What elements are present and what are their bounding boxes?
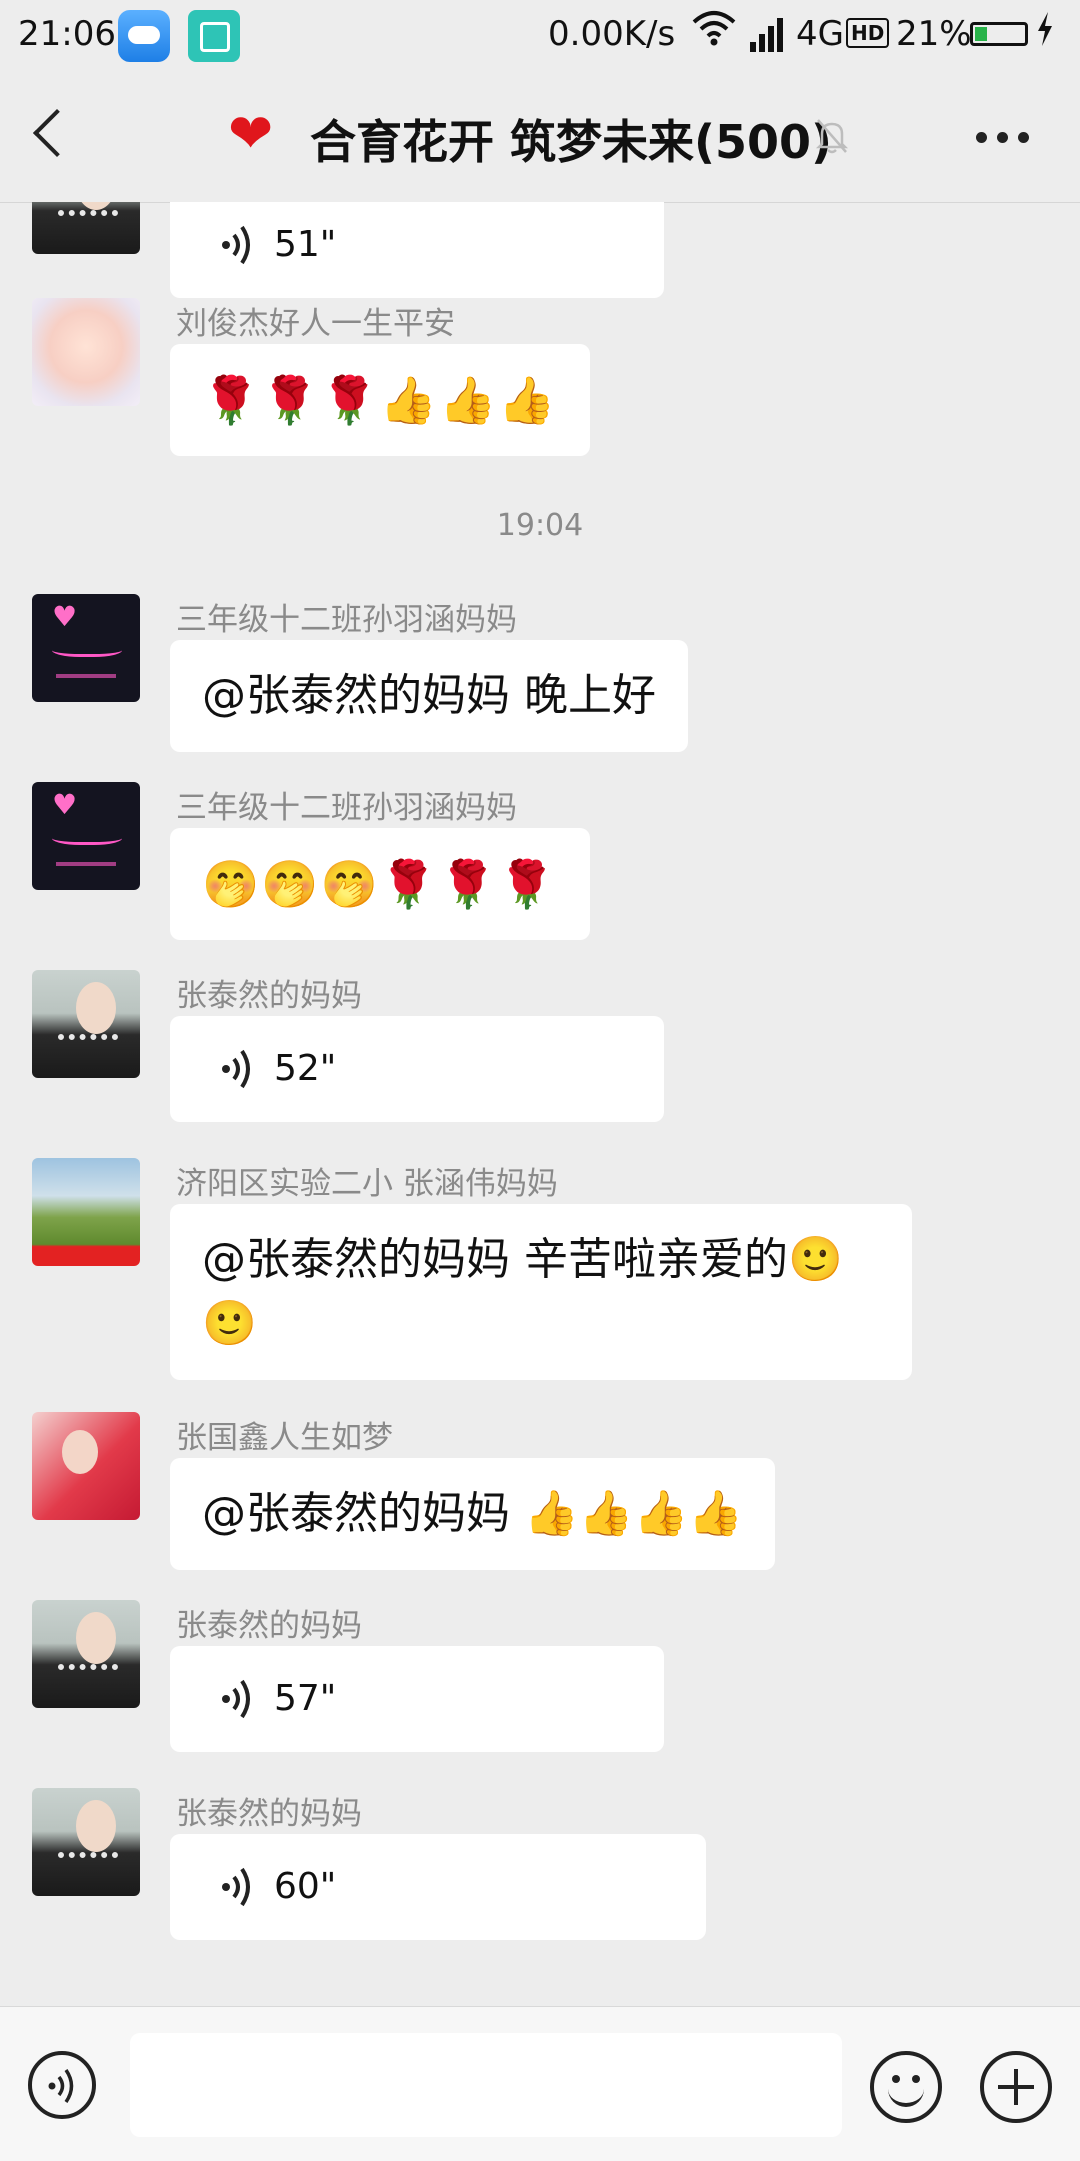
voice-duration: 51" <box>274 224 337 265</box>
input-bar <box>0 2006 1080 2161</box>
avatar[interactable] <box>32 1412 140 1520</box>
emoji-button[interactable] <box>870 2051 942 2123</box>
heart-icon: ❤ <box>228 102 274 165</box>
chat-header: ❤ 合育花开 筑梦未来(500) <box>0 72 1080 203</box>
text-message[interactable]: @张泰然的妈妈 晚上好 <box>170 640 688 752</box>
voice-message[interactable]: 51" <box>170 202 664 298</box>
wifi-icon <box>692 8 736 57</box>
network-type: 4G <box>796 14 844 54</box>
weather-app-icon <box>118 10 170 62</box>
voice-wave-icon <box>222 225 250 265</box>
text-message[interactable]: 🌹🌹🌹👍👍👍 <box>170 344 590 456</box>
text-message[interactable]: 🤭🤭🤭🌹🌹🌹 <box>170 828 590 940</box>
status-time: 21:06 <box>18 14 116 54</box>
avatar[interactable]: ♥ <box>32 782 140 890</box>
sender-name: 张泰然的妈妈 <box>176 1608 362 1644</box>
avatar[interactable] <box>32 202 140 254</box>
network-speed: 0.00K/s <box>548 14 676 54</box>
voice-wave-icon <box>222 1049 250 1089</box>
voice-duration: 57" <box>274 1678 337 1719</box>
voice-wave-icon <box>48 2069 74 2103</box>
text-message[interactable]: @张泰然的妈妈 辛苦啦亲爱的🙂 🙂 <box>170 1204 912 1380</box>
mute-bell-icon <box>815 119 849 154</box>
voice-input-button[interactable] <box>28 2051 96 2119</box>
voice-message[interactable]: 52" <box>170 1016 664 1122</box>
voice-wave-icon <box>222 1867 250 1907</box>
chat-title: 合育花开 筑梦未来(500) <box>310 115 833 169</box>
text-line: 🙂 <box>202 1298 257 1349</box>
battery-percent: 21% <box>896 14 972 54</box>
more-actions-button[interactable] <box>980 2051 1052 2123</box>
neon-heart-icon: ♥ <box>52 788 78 821</box>
avatar[interactable] <box>32 1600 140 1708</box>
avatar[interactable] <box>32 1788 140 1896</box>
charging-icon <box>1036 12 1054 54</box>
message-input[interactable] <box>130 2033 842 2137</box>
avatar[interactable] <box>32 298 140 406</box>
more-icon[interactable] <box>976 132 1030 144</box>
voice-duration: 60" <box>274 1866 337 1907</box>
voice-duration: 52" <box>274 1048 337 1089</box>
sender-name: 刘俊杰好人一生平安 <box>176 306 455 342</box>
status-bar: 21:06 0.00K/s 4G HD 21% <box>0 0 1080 72</box>
neon-heart-icon: ♥ <box>52 600 78 633</box>
sender-name: 三年级十二班孙羽涵妈妈 <box>176 602 517 638</box>
avatar[interactable] <box>32 1158 140 1266</box>
text-message[interactable]: @张泰然的妈妈 👍👍👍👍 <box>170 1458 776 1570</box>
sender-name: 张泰然的妈妈 <box>176 978 362 1014</box>
message-list[interactable]: 51" 刘俊杰好人一生平安 🌹🌹🌹👍👍👍 19:04 ♥ 三年级十二班孙羽涵妈妈… <box>0 202 1080 2006</box>
battery-icon <box>970 22 1028 46</box>
sender-name: 三年级十二班孙羽涵妈妈 <box>176 790 517 826</box>
sender-name: 张国鑫人生如梦 <box>176 1420 393 1456</box>
avatar[interactable] <box>32 970 140 1078</box>
back-icon[interactable] <box>32 108 82 158</box>
sender-name: 张泰然的妈妈 <box>176 1796 362 1832</box>
avatar[interactable]: ♥ <box>32 594 140 702</box>
voice-message[interactable]: 57" <box>170 1646 664 1752</box>
voice-wave-icon <box>222 1679 250 1719</box>
hd-badge: HD <box>846 18 890 48</box>
time-separator: 19:04 <box>496 508 584 543</box>
text-line: @张泰然的妈妈 辛苦啦亲爱的🙂 <box>202 1234 843 1285</box>
sender-name: 济阳区实验二小 张涵伟妈妈 <box>176 1166 558 1202</box>
screenshot-app-icon <box>188 10 240 62</box>
signal-icon <box>750 14 792 52</box>
voice-message[interactable]: 60" <box>170 1834 706 1940</box>
